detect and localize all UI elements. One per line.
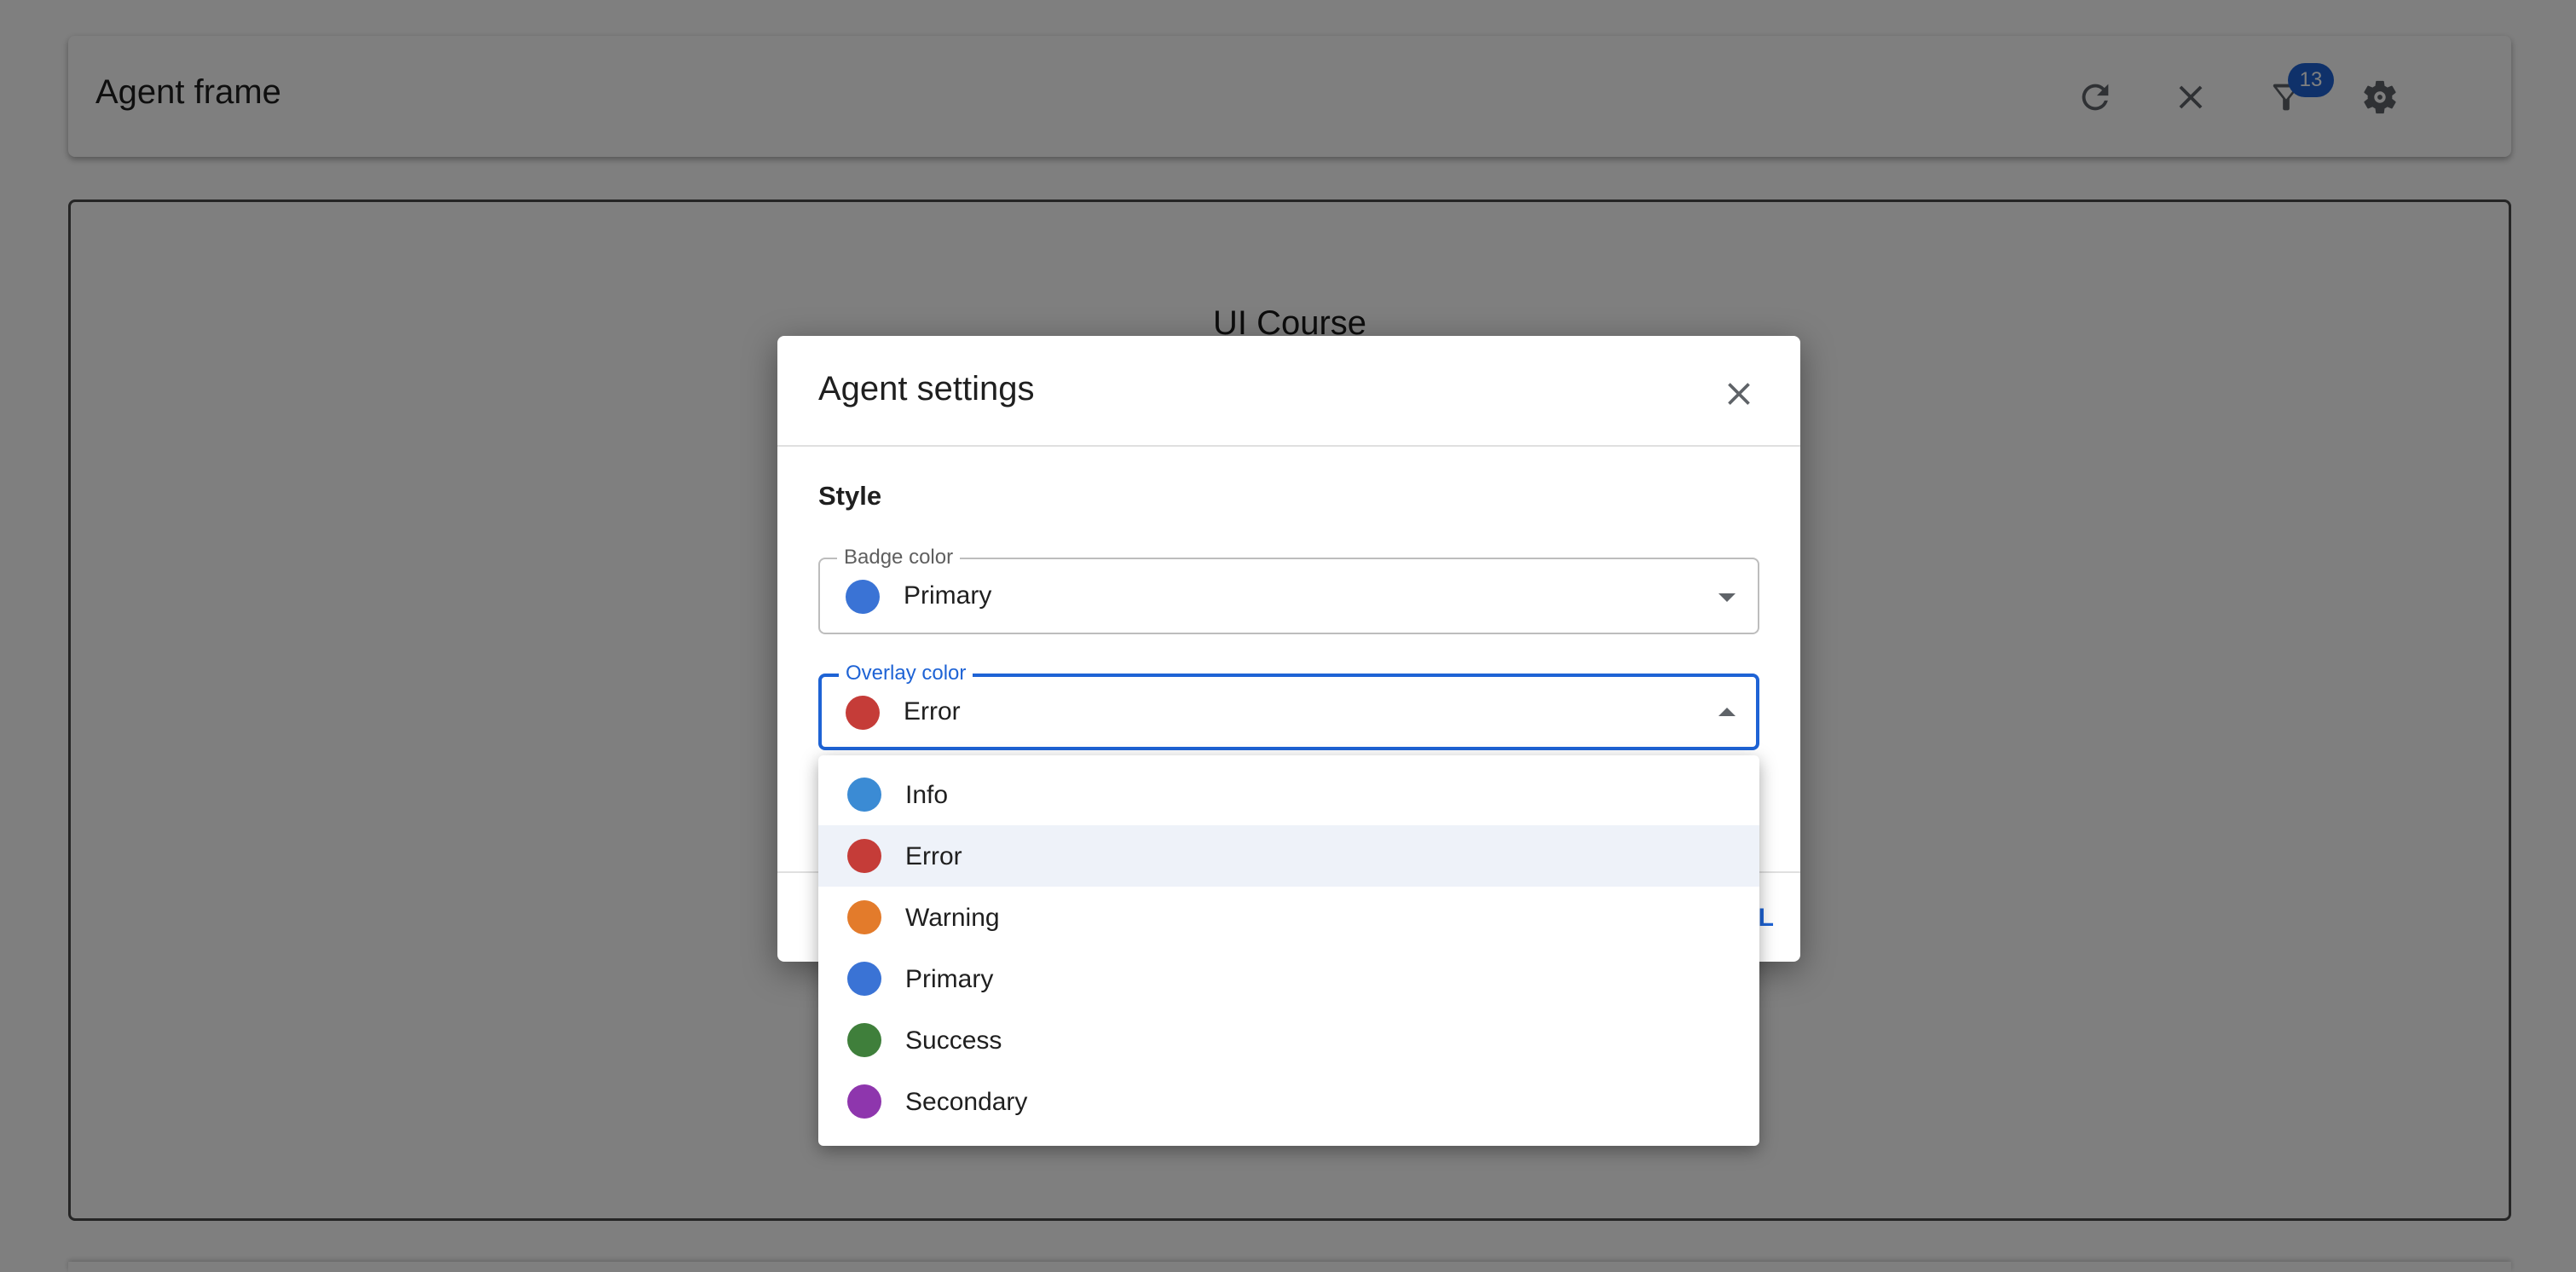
dialog-title: Agent settings [818, 370, 1035, 408]
badge-color-value: Primary [904, 581, 992, 610]
badge-color-select[interactable]: Badge color Primary [818, 546, 1759, 634]
menu-item-info[interactable]: Info [818, 764, 1759, 825]
chevron-up-icon [1718, 708, 1736, 716]
close-icon [1728, 383, 1750, 405]
menu-item-secondary[interactable]: Secondary [818, 1071, 1759, 1132]
color-swatch-icon [847, 1084, 881, 1119]
overlay-color-menu: Info Error Warning Primary Success Secondary [818, 755, 1759, 1146]
overlay-color-value: Error [904, 697, 961, 726]
section-label-style: Style [818, 481, 882, 511]
menu-item-success[interactable]: Success [818, 1009, 1759, 1071]
color-swatch-icon [846, 696, 880, 730]
dialog-header-divider [777, 445, 1800, 447]
page: Agent frame 13 UI Course Agent settings … [0, 0, 2576, 1272]
badge-color-label: Badge color [837, 546, 961, 570]
menu-item-error[interactable]: Error [818, 825, 1759, 887]
color-swatch-icon [847, 778, 881, 812]
menu-item-primary[interactable]: Primary [818, 948, 1759, 1009]
dialog-close-button[interactable] [1712, 367, 1766, 421]
color-swatch-icon [847, 900, 881, 934]
color-swatch-icon [847, 839, 881, 873]
color-swatch-icon [847, 962, 881, 996]
menu-item-label: Primary [905, 965, 994, 993]
menu-item-label: Info [905, 781, 949, 809]
menu-item-label: Error [905, 842, 962, 870]
color-swatch-icon [846, 580, 880, 614]
chevron-down-icon [1718, 593, 1736, 602]
menu-item-label: Secondary [905, 1088, 1028, 1116]
overlay-color-label: Overlay color [839, 662, 973, 685]
menu-item-warning[interactable]: Warning [818, 887, 1759, 948]
menu-item-label: Success [905, 1026, 1002, 1055]
menu-item-label: Warning [905, 904, 1000, 932]
overlay-color-select[interactable]: Overlay color Error [818, 662, 1759, 750]
color-swatch-icon [847, 1023, 881, 1057]
dialog-action-button[interactable]: L [1759, 904, 1775, 933]
